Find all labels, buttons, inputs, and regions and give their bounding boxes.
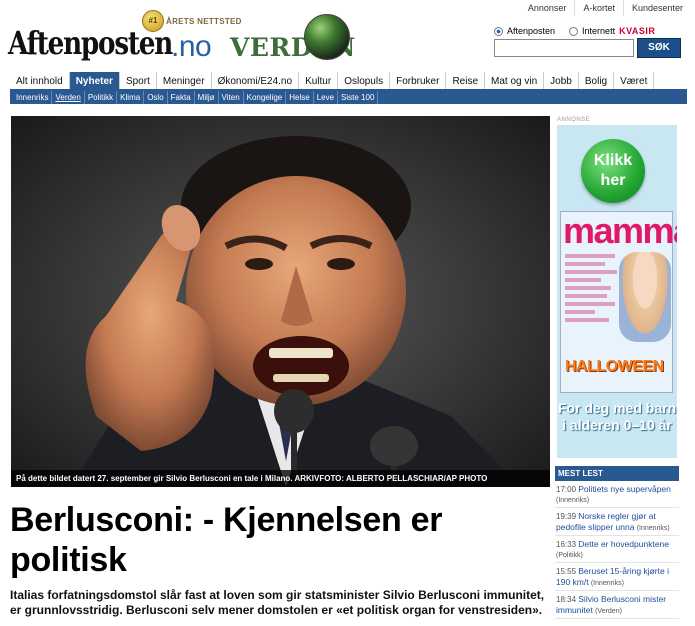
- most-read-list: 17:00 Politiets nye supervåpen (Innenrik…: [555, 481, 679, 619]
- util-link-kundesenter[interactable]: Kundesenter: [622, 0, 691, 16]
- ad-cta-button[interactable]: Klikk her: [581, 139, 645, 203]
- nav-tab-mat-og-vin[interactable]: Mat og vin: [485, 72, 545, 89]
- search-scope: Aftenposten Internett KVASIR: [494, 26, 655, 36]
- most-read-category: (Innenriks): [556, 497, 590, 504]
- logo-name: Aftenposten: [8, 24, 173, 62]
- search-input[interactable]: [494, 39, 634, 57]
- site-logo[interactable]: #1 ÅRETS NETTSTED Aftenposten .no VERDEN: [8, 10, 468, 66]
- subnav-miljø[interactable]: Miljø: [195, 91, 219, 104]
- award-badge-text: ÅRETS NETTSTED: [166, 17, 242, 26]
- most-read-category: (Politikk): [556, 552, 583, 559]
- radio-aftenposten[interactable]: [494, 26, 503, 36]
- most-read-link[interactable]: Dette er hovedpunktene: [578, 539, 669, 549]
- most-read-category: (Innenriks): [590, 580, 624, 587]
- ad-label: ANNONSE: [557, 117, 591, 123]
- most-read-category: (Innenriks): [636, 525, 670, 532]
- most-read-item: 19:39 Norske regler gjør at pedofile sli…: [555, 508, 679, 536]
- most-read-time: 17:00: [556, 485, 577, 494]
- subnav-innenriks[interactable]: Innenriks: [13, 91, 53, 104]
- magazine-cover: mamma HALLOWEEN: [560, 210, 677, 393]
- nav-tab-sport[interactable]: Sport: [120, 72, 157, 89]
- cover-text-lines: [565, 254, 623, 326]
- subnav-siste-100[interactable]: Siste 100: [338, 91, 379, 104]
- radio-label-internett: Internett: [582, 26, 616, 36]
- most-read-time: 15:55: [556, 567, 577, 576]
- nav-tab-kultur[interactable]: Kultur: [299, 72, 339, 89]
- subnav-helse[interactable]: Helse: [286, 91, 314, 104]
- kvasir-logo: KVASIR: [619, 26, 656, 36]
- util-link-annonser[interactable]: Annonser: [520, 0, 575, 16]
- nav-tab-bolig[interactable]: Bolig: [579, 72, 615, 89]
- logo-tld: .no: [171, 30, 212, 63]
- nav-tab-alt-innhold[interactable]: Alt innhold: [10, 72, 70, 89]
- subnav-kongelige[interactable]: Kongelige: [244, 91, 287, 104]
- nav-tab-været[interactable]: Været: [614, 72, 655, 89]
- most-read-title: MEST LEST: [555, 466, 679, 481]
- cover-photo: [619, 252, 671, 342]
- most-read-time: 19:39: [556, 512, 577, 521]
- subnav-viten[interactable]: Viten: [219, 91, 244, 104]
- sub-nav: Innenriks Verden Politikk Klima Oslo Fakta Mil…: [10, 91, 687, 104]
- most-read-time: 18:34: [556, 595, 577, 604]
- nav-tab-jobb[interactable]: Jobb: [544, 72, 579, 89]
- magazine-title: mamma: [563, 210, 677, 251]
- subnav-fakta[interactable]: Fakta: [168, 91, 195, 104]
- nav-tab-økonomi-e24-no[interactable]: Økonomi/E24.no: [212, 72, 300, 89]
- util-link-a-kortet[interactable]: A-kortet: [574, 0, 623, 16]
- subnav-verden[interactable]: Verden: [52, 91, 85, 104]
- globe-icon: [304, 14, 350, 60]
- most-read-link[interactable]: Politiets nye supervåpen: [578, 484, 671, 494]
- radio-label-aftenposten: Aftenposten: [507, 26, 556, 36]
- most-read-item: 17:00 Politiets nye supervåpen (Innenrik…: [555, 481, 679, 508]
- speaker-photo-illustration: [11, 116, 550, 487]
- ad-banner[interactable]: Klikk her mamma HALLOWEEN For deg med ba…: [557, 125, 677, 458]
- subnav-politikk[interactable]: Politikk: [85, 91, 118, 104]
- article-photo[interactable]: På dette bildet datert 27. september gir…: [11, 116, 550, 487]
- nav-tab-meninger[interactable]: Meninger: [157, 72, 212, 89]
- most-read-box: MEST LEST 17:00 Politiets nye supervåpen…: [555, 466, 679, 619]
- article-headline[interactable]: Berlusconi: - Kjennelsen er politisk: [10, 500, 540, 580]
- nav-tab-forbruker[interactable]: Forbruker: [390, 72, 447, 89]
- ad-tagline: For deg med barn i alderen 0–10 år: [557, 400, 677, 433]
- nav-tab-oslopuls[interactable]: Oslopuls: [338, 72, 391, 89]
- most-read-item: 15:55 Beruset 15-åring kjørte i 190 km/t…: [555, 563, 679, 591]
- main-nav: Alt innhold Nyheter Sport Meninger Økonomi/E…: [10, 72, 687, 91]
- subnav-leve[interactable]: Leve: [314, 91, 339, 104]
- search-button[interactable]: SØK: [637, 38, 681, 58]
- radio-internett[interactable]: [569, 26, 579, 36]
- subnav-oslo[interactable]: Oslo: [144, 91, 168, 104]
- photo-caption: På dette bildet datert 27. september gir…: [11, 470, 550, 487]
- nav-tab-reise[interactable]: Reise: [446, 72, 486, 89]
- nav-tab-nyheter[interactable]: Nyheter: [69, 72, 120, 89]
- subnav-klima[interactable]: Klima: [117, 91, 145, 104]
- article-lead: Italias forfatningsdomstol slår fast at …: [10, 588, 545, 617]
- utility-links: Annonser A-kortet Kundesenter: [520, 0, 691, 16]
- most-read-item: 18:34 Silvio Berlusconi mister immunitet…: [555, 591, 679, 619]
- cover-halloween: HALLOWEEN: [565, 358, 664, 375]
- most-read-category: (Verden): [595, 608, 622, 615]
- most-read-item: 16:33 Dette er hovedpunktene (Politikk): [555, 536, 679, 563]
- most-read-time: 16:33: [556, 540, 577, 549]
